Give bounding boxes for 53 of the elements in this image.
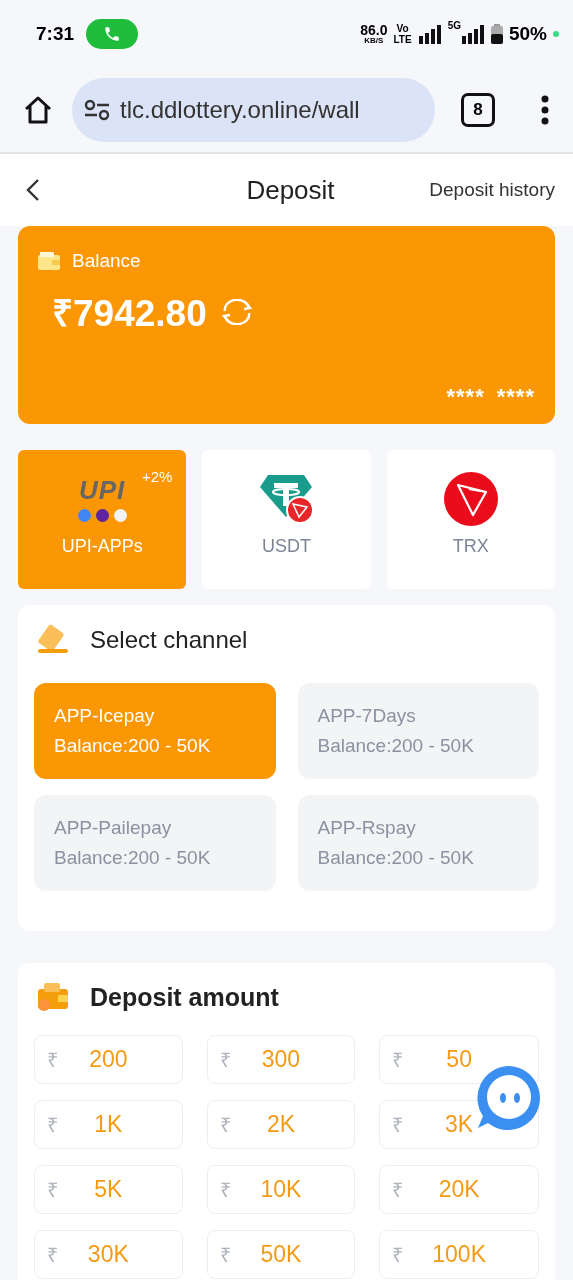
- deposit-history-link[interactable]: Deposit history: [429, 179, 555, 201]
- amount-option[interactable]: ₹ 50K: [206, 1230, 356, 1279]
- signal-icon: [417, 24, 442, 44]
- balance-label: Balance: [72, 250, 141, 272]
- amount-option[interactable]: ₹ 20K: [379, 1165, 539, 1214]
- lte-label: LTE: [393, 34, 412, 45]
- tether-coin-icon: [258, 473, 315, 525]
- balance-amount: ₹7942.80: [52, 292, 207, 336]
- app-icon: [113, 508, 127, 522]
- address-bar[interactable]: tlc.ddlottery.online/wall: [72, 78, 435, 142]
- battery-icon: [490, 24, 503, 44]
- wallet-icon: [38, 252, 60, 270]
- battery-level: 50%: [508, 23, 547, 45]
- section-title: Deposit amount: [90, 982, 279, 1012]
- amount-option[interactable]: ₹ 10K: [206, 1165, 356, 1214]
- channel-option[interactable]: APP-Pailepay Balance:200 - 50K: [34, 795, 276, 891]
- payment-method-tab[interactable]: USDT: [202, 450, 371, 589]
- app-icon: [95, 508, 109, 522]
- channel-option[interactable]: APP-Icepay Balance:200 - 50K: [34, 683, 276, 779]
- network-type: 5G: [447, 20, 461, 31]
- home-icon[interactable]: [22, 94, 54, 126]
- app-icon: [77, 508, 91, 522]
- payment-method-tab[interactable]: UPI +2% UPI-APPs: [18, 450, 187, 589]
- menu-icon[interactable]: [541, 95, 549, 125]
- amount-option[interactable]: ₹ 5K: [34, 1165, 183, 1214]
- masked-card-number: ****: [446, 384, 485, 410]
- amount-option[interactable]: ₹ 2K: [206, 1100, 356, 1149]
- masked-card-number: ****: [496, 384, 535, 410]
- channel-option[interactable]: APP-7Days Balance:200 - 50K: [297, 683, 539, 779]
- signal-icon: [460, 24, 485, 44]
- amount-option[interactable]: ₹ 50: [379, 1035, 539, 1084]
- tab-count-button[interactable]: 8: [461, 93, 495, 127]
- amount-option[interactable]: ₹ 300: [206, 1035, 356, 1084]
- tron-coin-icon: [443, 472, 498, 526]
- section-title: Select channel: [90, 626, 248, 654]
- amount-option[interactable]: ₹ 30K: [34, 1230, 183, 1279]
- payment-method-tab[interactable]: TRX: [386, 450, 555, 589]
- channel-option[interactable]: APP-Rspay Balance:200 - 50K: [297, 795, 539, 891]
- amount-option[interactable]: ₹ 200: [34, 1035, 183, 1084]
- page-title: Deposit: [246, 174, 335, 206]
- amount-option[interactable]: ₹ 100K: [379, 1230, 539, 1279]
- cash-wallet-icon: [36, 981, 70, 1013]
- speed-unit: KB/S: [364, 37, 384, 45]
- site-settings-icon[interactable]: [84, 99, 110, 121]
- bonus-label: +2%: [141, 468, 173, 485]
- upi-logo: UPI: [79, 476, 126, 503]
- network-speed: 86.0: [360, 23, 388, 37]
- volte-label: Vo: [396, 23, 409, 34]
- back-icon[interactable]: [26, 178, 40, 202]
- call-icon: [86, 19, 139, 49]
- status-time: 7:31: [36, 23, 75, 45]
- amount-option[interactable]: ₹ 1K: [34, 1100, 183, 1149]
- privacy-dot-icon: [553, 31, 559, 37]
